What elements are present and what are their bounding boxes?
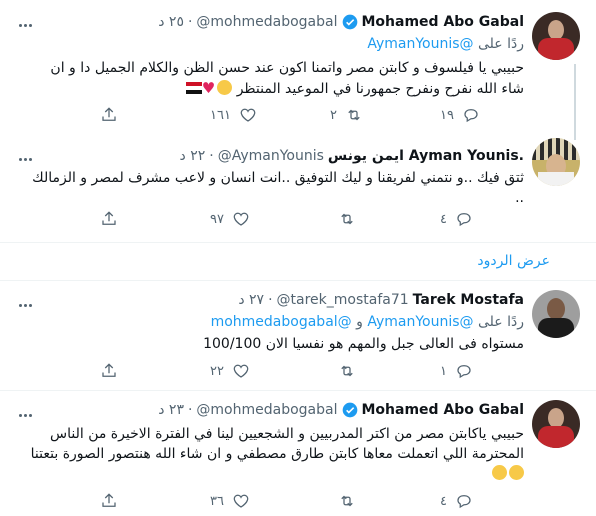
reply-button[interactable]: ١٩ — [440, 106, 480, 124]
like-icon — [240, 108, 256, 122]
replying-to: ردًا على @AymanYounis — [367, 36, 524, 52]
share-icon — [102, 107, 116, 121]
tweet-2[interactable]: ايمن يونس Ayman Younis. @AymanYounis · ٢… — [0, 138, 596, 242]
separator — [0, 280, 596, 281]
share-button[interactable] — [100, 492, 118, 510]
retweet-icon — [341, 213, 353, 225]
more-icon[interactable] — [18, 292, 38, 310]
author-name[interactable]: ايمن يونس Ayman Younis. — [328, 148, 524, 164]
share-icon — [102, 211, 116, 225]
share-button[interactable] — [100, 106, 118, 124]
share-icon — [102, 493, 116, 507]
tweet-actions: ٤ ٩٧ — [100, 210, 520, 232]
more-icon[interactable] — [18, 146, 38, 164]
like-count: ٩٧ — [210, 211, 224, 227]
tweet-time[interactable]: ٢٣ د — [158, 402, 184, 418]
egypt-flag-icon — [185, 82, 202, 94]
smiling-face-icon — [492, 465, 507, 480]
tweet-4[interactable]: Mohamed Abo Gabal @mohmedabogabal · ٢٣ د… — [0, 394, 596, 516]
like-icon — [233, 212, 249, 226]
reply-icon — [457, 495, 471, 509]
avatar[interactable] — [532, 138, 580, 186]
like-count: ٣٦ — [210, 493, 224, 509]
reply-icon — [457, 365, 471, 379]
like-button[interactable]: ٢٢ — [210, 362, 250, 380]
separator — [0, 242, 596, 243]
tweet-text: ثتق فيك ..و نتمني لفريقنا و ليك التوفيق … — [32, 170, 524, 206]
author-name[interactable]: Tarek Mostafa — [413, 292, 524, 308]
share-icon — [102, 363, 116, 377]
author-handle[interactable]: @mohmedabogabal — [196, 402, 337, 418]
reply-button[interactable]: ٤ — [440, 210, 473, 228]
author-handle[interactable]: @mohmedabogabal — [196, 14, 337, 30]
verified-badge-icon — [342, 402, 358, 418]
tweet-text: حبيبي يا فيلسوف و كابتن مصر واتمنا اكون … — [24, 58, 524, 99]
mention-link[interactable]: @mohmedabogabal — [211, 314, 352, 330]
replying-joiner: و — [356, 314, 363, 330]
author-name[interactable]: Mohamed Abo Gabal — [362, 402, 525, 418]
tweet-time[interactable]: ٢٢ د — [180, 148, 206, 164]
tweet-actions: ٤ ٣٦ — [100, 492, 520, 514]
reply-button[interactable]: ٤ — [440, 492, 473, 510]
separator-dot: · — [187, 14, 193, 30]
more-icon[interactable] — [18, 402, 38, 420]
like-button[interactable]: ١٦١ — [210, 106, 257, 124]
share-button[interactable] — [100, 210, 118, 228]
retweet-button[interactable] — [330, 210, 356, 228]
hugging-face-icon — [509, 465, 524, 480]
separator-dot: · — [187, 402, 193, 418]
reply-icon — [457, 213, 471, 227]
reply-button[interactable]: ١ — [440, 362, 473, 380]
tweet-text: حبيبي ياكابتن مصر من اكتر المدربيين و ال… — [24, 424, 524, 484]
avatar[interactable] — [532, 400, 580, 448]
author-handle[interactable]: @tarek_mostafa71 — [277, 292, 409, 308]
hugging-face-icon — [217, 80, 233, 95]
tweet-actions: ١٩ ٢ ١٦١ — [100, 106, 520, 128]
retweet-icon — [341, 495, 353, 507]
reply-icon — [464, 109, 478, 123]
like-icon — [233, 364, 249, 378]
tweet-text: مستواه فى العالى جبل والمهم هو نفسيا الا… — [203, 336, 524, 352]
retweet-icon — [348, 109, 360, 121]
separator — [0, 390, 596, 391]
like-count: ١٦١ — [210, 107, 231, 123]
tweet-actions: ١ ٢٢ — [100, 362, 520, 384]
reply-count: ١ — [440, 363, 447, 379]
retweet-icon — [341, 365, 353, 377]
retweet-button[interactable] — [330, 362, 356, 380]
red-heart-icon: ♥ — [201, 79, 216, 97]
reply-count: ١٩ — [440, 107, 454, 123]
tweet-1[interactable]: Mohamed Abo Gabal @mohmedabogabal · ٢٥ د… — [0, 0, 596, 140]
like-icon — [233, 494, 249, 508]
retweet-button[interactable]: ٢ — [330, 106, 363, 124]
share-button[interactable] — [100, 362, 118, 380]
separator-dot: · — [268, 292, 273, 308]
like-count: ٢٢ — [210, 363, 224, 379]
more-icon[interactable] — [18, 12, 38, 30]
show-replies-link[interactable]: عرض الردود — [477, 253, 550, 269]
reply-count: ٤ — [440, 211, 447, 227]
tweet-3[interactable]: Tarek Mostafa @tarek_mostafa71 · ٢٧ د رد… — [0, 284, 596, 384]
replying-prefix: ردًا على — [478, 36, 524, 52]
tweet-text-body: حبيبي يا فيلسوف و كابتن مصر واتمنا اكون … — [50, 60, 524, 97]
mention-link[interactable]: @AymanYounis — [367, 36, 473, 52]
replying-to: ردًا على @AymanYounis و @mohmedabogabal — [211, 314, 524, 330]
avatar[interactable] — [532, 12, 580, 60]
mention-link[interactable]: @AymanYounis — [367, 314, 473, 330]
like-button[interactable]: ٣٦ — [210, 492, 250, 510]
separator-dot: · — [209, 148, 214, 164]
tweet-time[interactable]: ٢٥ د — [158, 14, 184, 30]
tweet-text-body: حبيبي ياكابتن مصر من اكتر المدربيين و ال… — [30, 426, 524, 462]
verified-badge-icon — [342, 14, 358, 30]
tweet-time[interactable]: ٢٧ د — [238, 292, 264, 308]
retweet-button[interactable] — [330, 492, 356, 510]
reply-count: ٤ — [440, 493, 447, 509]
author-handle[interactable]: @AymanYounis — [218, 148, 324, 164]
avatar[interactable] — [532, 290, 580, 338]
like-button[interactable]: ٩٧ — [210, 210, 250, 228]
retweet-count: ٢ — [330, 107, 337, 123]
author-name[interactable]: Mohamed Abo Gabal — [362, 14, 525, 30]
replying-prefix: ردًا على — [478, 314, 524, 330]
